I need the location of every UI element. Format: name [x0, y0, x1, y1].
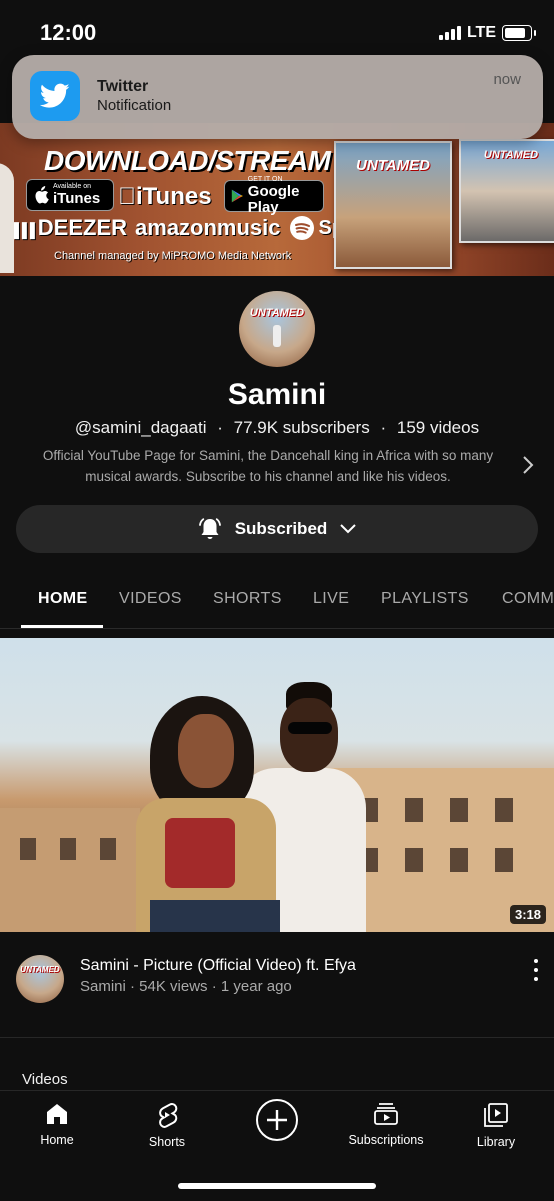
tab-videos[interactable]: VIDEOS — [119, 590, 182, 608]
google-badge-big: Google Play — [247, 183, 300, 216]
itunes-text-logo: iTunes — [118, 183, 212, 211]
chevron-right-icon[interactable] — [520, 453, 536, 477]
section-divider — [0, 1037, 554, 1038]
banner-managed-text: Channel managed by MiPROMO Media Network — [54, 250, 292, 262]
active-tab-indicator — [21, 625, 103, 628]
itunes-text: iTunes — [118, 183, 212, 210]
tab-community[interactable]: COMM — [502, 590, 554, 608]
nav-subscriptions-label: Subscriptions — [348, 1133, 424, 1147]
twitter-bird-icon — [30, 71, 80, 121]
banner-headline: DOWNLOAD/STREAM — [44, 145, 331, 176]
video-thumbnail[interactable]: 3:18 — [0, 638, 554, 932]
nav-home-label: Home — [40, 1133, 74, 1147]
deezer-logo: ▌▌▌DEEZER — [14, 215, 128, 240]
channel-tabs: HOME VIDEOS SHORTS LIVE PLAYLISTS COMM — [0, 572, 554, 629]
video-meta: Samini · 54K views · 1 year ago — [80, 978, 292, 995]
video-info-row[interactable]: UNTAMED Samini - Picture (Official Video… — [0, 947, 554, 1017]
more-options-icon[interactable] — [528, 959, 544, 981]
subscribe-label: Subscribed — [234, 519, 328, 538]
video-title[interactable]: Samini - Picture (Official Video) ft. Ef… — [80, 957, 356, 975]
home-icon — [47, 1104, 67, 1124]
tab-playlists[interactable]: PLAYLISTS — [381, 590, 469, 608]
notification-app-name: Twitter — [97, 78, 149, 95]
google-play-badge: GET IT ON Google Play — [224, 176, 324, 216]
album-cover-1: UNTAMED — [334, 141, 452, 269]
notification-time: now — [493, 71, 521, 88]
album-cover-2: UNTAMED — [459, 139, 554, 243]
tab-live[interactable]: LIVE — [313, 590, 349, 608]
home-indicator[interactable] — [178, 1183, 376, 1189]
tab-shorts[interactable]: SHORTS — [213, 590, 282, 608]
channel-avatar[interactable]: UNTAMED — [239, 291, 315, 367]
amazon-music-logo: amazonmusic — [135, 215, 281, 240]
itunes-badge: Available on iTunes — [26, 179, 114, 211]
apple-icon — [35, 186, 49, 204]
status-indicators: LTE — [438, 24, 536, 42]
channel-meta: @samini_dagaati · 77.9K subscribers · 15… — [74, 418, 480, 437]
spotify-icon — [289, 216, 314, 240]
apple-logo-icon:  — [118, 183, 136, 210]
channel-description[interactable]: Official YouTube Page for Samini, the Da… — [20, 445, 516, 487]
avatar-title: UNTAMED — [249, 307, 305, 319]
battery-icon — [502, 25, 536, 41]
nav-library[interactable]: Library — [441, 1101, 551, 1149]
nav-home[interactable]: Home — [2, 1101, 112, 1147]
video-duration: 3:18 — [509, 905, 546, 924]
google-play-icon — [231, 189, 243, 203]
tab-home[interactable]: HOME — [38, 590, 88, 608]
shorts-icon — [159, 1103, 178, 1128]
nav-library-label: Library — [476, 1135, 516, 1149]
push-notification[interactable]: Twitter Notification now — [12, 55, 543, 139]
channel-banner: DOWNLOAD/STREAM Available oniTunes iTun… — [0, 123, 554, 276]
nav-subscriptions[interactable]: Subscriptions — [331, 1101, 441, 1147]
notification-body: Notification — [97, 97, 172, 114]
channel-handle: @samini_dagaati — [74, 418, 207, 437]
videos-section-label: Videos — [22, 1071, 68, 1088]
library-icon — [484, 1103, 508, 1127]
banner-person-image — [0, 163, 14, 273]
nav-shorts[interactable]: Shorts — [112, 1101, 222, 1149]
itunes-badge-big: iTunes — [53, 190, 101, 207]
video-channel-avatar[interactable]: UNTAMED — [16, 955, 64, 1003]
channel-subscribers: 77.9K subscribers — [233, 418, 370, 437]
subscriptions-icon — [374, 1103, 398, 1125]
status-time: 12:00 — [40, 20, 97, 45]
channel-name: Samini — [227, 378, 327, 411]
channel-video-count: 159 videos — [396, 418, 480, 437]
streaming-logos: ▌▌▌DEEZER amazonmusic Spotify — [14, 215, 386, 241]
bell-icon — [198, 518, 221, 539]
signal-icon — [438, 26, 461, 40]
chevron-down-icon — [340, 524, 357, 534]
nav-create[interactable] — [222, 1097, 332, 1143]
create-plus-icon — [256, 1099, 298, 1141]
nav-shorts-label: Shorts — [148, 1135, 186, 1149]
subscribe-button[interactable]: Subscribed — [16, 505, 538, 553]
network-label: LTE — [466, 24, 496, 41]
